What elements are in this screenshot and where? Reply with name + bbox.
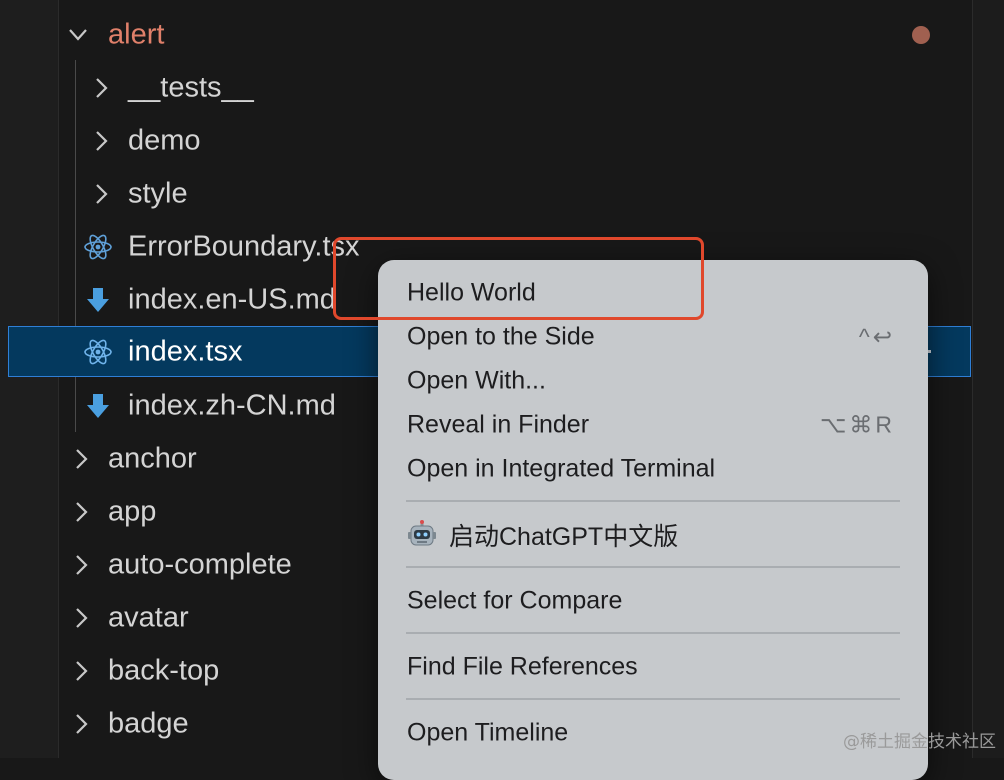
menu-item-label: Open to the Side	[407, 322, 595, 351]
menu-separator	[406, 566, 900, 568]
menu-item-shortcut: ^↩	[858, 323, 895, 350]
menu-item-label: Open Timeline	[407, 718, 569, 747]
tree-item-label: index.zh-CN.md	[128, 389, 336, 421]
chevron-right-icon	[76, 607, 88, 628]
menu-item-label: Open With...	[407, 366, 546, 395]
menu-item-chatgpt[interactable]: 启动ChatGPT中文版	[378, 513, 928, 557]
react-icon	[84, 234, 112, 259]
chevron-right-icon	[76, 713, 88, 734]
tree-item-label: alert	[108, 18, 165, 50]
chevron-right-icon	[76, 660, 88, 681]
menu-item-shortcut: ⌥⌘R	[819, 411, 895, 438]
chevron-right-icon	[96, 183, 108, 204]
menu-item-label: Select for Compare	[407, 586, 623, 615]
tree-item-demo[interactable]: demo	[0, 114, 972, 167]
menu-item-label: Open in Integrated Terminal	[407, 454, 716, 483]
tree-item-style[interactable]: style	[0, 167, 972, 220]
watermark-text: @稀土掘金技术社区	[843, 732, 996, 752]
chevron-right-icon	[76, 448, 88, 469]
tree-item-tests[interactable]: __tests__	[0, 61, 972, 114]
menu-item-find-file-references[interactable]: Find File References	[378, 645, 928, 689]
menu-item-reveal-in-finder[interactable]: Reveal in Finder ⌥⌘R	[378, 403, 928, 447]
chevron-right-icon	[96, 77, 108, 98]
menu-item-open-in-terminal[interactable]: Open in Integrated Terminal	[378, 447, 928, 491]
menu-item-label: Hello World	[407, 278, 536, 307]
chevron-right-icon	[76, 501, 88, 522]
modified-dot-icon	[912, 26, 930, 44]
explorer-right-gutter	[972, 0, 1004, 758]
tree-item-label: back-top	[108, 654, 220, 686]
tree-item-label: index.en-US.md	[128, 283, 336, 315]
react-icon	[84, 339, 112, 364]
robot-icon	[408, 520, 436, 546]
tree-item-label: anchor	[108, 442, 197, 474]
menu-item-open-to-side[interactable]: Open to the Side ^↩	[378, 315, 928, 359]
menu-item-label: Find File References	[407, 652, 638, 681]
tree-item-label: style	[128, 177, 188, 209]
menu-item-open-with[interactable]: Open With...	[378, 359, 928, 403]
markdown-download-icon	[87, 393, 109, 418]
tree-item-label: avatar	[108, 601, 189, 633]
tree-item-label: __tests__	[128, 71, 254, 103]
menu-item-select-for-compare[interactable]: Select for Compare	[378, 579, 928, 623]
chevron-right-icon	[76, 554, 88, 575]
tree-item-label: demo	[128, 124, 201, 156]
menu-item-hello-world[interactable]: Hello World	[378, 271, 928, 315]
chevron-down-icon	[69, 28, 87, 41]
menu-item-label-wrap: 启动ChatGPT中文版	[407, 517, 678, 553]
menu-item-label: Reveal in Finder	[407, 410, 590, 439]
menu-item-label: 启动ChatGPT中文版	[449, 523, 679, 551]
menu-separator	[406, 500, 900, 502]
chevron-right-icon	[96, 130, 108, 151]
tree-item-label: auto-complete	[108, 548, 292, 580]
tree-item-alert[interactable]: alert	[0, 8, 972, 61]
tree-item-label: app	[108, 495, 157, 527]
markdown-download-icon	[87, 287, 109, 312]
tree-item-label: ErrorBoundary.tsx	[128, 230, 360, 262]
menu-separator	[406, 632, 900, 634]
context-menu: Hello World Open to the Side ^↩ Open Wit…	[378, 260, 928, 780]
tree-item-label: index.tsx	[128, 335, 243, 367]
tree-item-label: badge	[108, 707, 189, 739]
menu-separator	[406, 698, 900, 700]
